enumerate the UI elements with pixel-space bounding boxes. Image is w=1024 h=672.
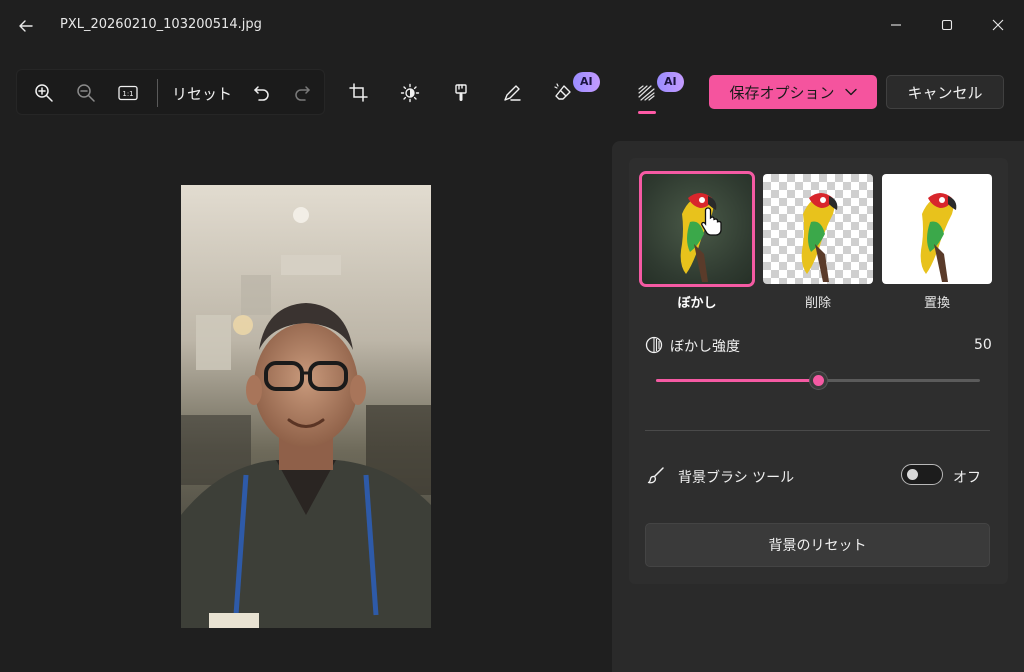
adjust-button[interactable] bbox=[395, 78, 425, 108]
close-icon bbox=[992, 19, 1004, 31]
blur-strength-value: 50 bbox=[974, 337, 992, 353]
zoom-out-button[interactable] bbox=[71, 78, 101, 108]
save-options-label: 保存オプション bbox=[729, 83, 835, 102]
background-icon bbox=[638, 85, 655, 101]
arrow-left-icon bbox=[19, 20, 33, 32]
actual-size-icon: 1:1 bbox=[118, 85, 138, 101]
brush-tool-label: 背景ブラシ ツール bbox=[678, 470, 795, 486]
section-divider bbox=[645, 430, 990, 431]
undo-icon bbox=[254, 86, 269, 101]
maximize-button[interactable] bbox=[927, 10, 967, 40]
filter-button[interactable] bbox=[446, 78, 476, 108]
zoom-out-icon bbox=[77, 84, 95, 102]
blur-strength-icon bbox=[645, 336, 663, 354]
option-blur-label: ぼかし bbox=[677, 296, 717, 311]
option-remove-thumbnail[interactable] bbox=[763, 174, 873, 284]
minimize-icon bbox=[891, 24, 901, 26]
redo-icon bbox=[295, 86, 310, 101]
zoom-history-toolbar: 1:1 リセット bbox=[16, 69, 325, 115]
eraser-icon bbox=[554, 83, 571, 100]
brush-tool-state: オフ bbox=[953, 470, 981, 486]
filter-brush-icon bbox=[455, 84, 467, 101]
toolbar-divider bbox=[157, 79, 158, 107]
reset-background-button[interactable]: 背景のリセット bbox=[645, 523, 990, 567]
maximize-icon bbox=[941, 19, 953, 31]
undo-button[interactable] bbox=[247, 78, 277, 108]
svg-text:1:1: 1:1 bbox=[122, 90, 133, 98]
cancel-button[interactable]: キャンセル bbox=[886, 75, 1004, 109]
chevron-down-icon bbox=[844, 88, 857, 96]
crop-button[interactable] bbox=[344, 78, 374, 108]
window-title: PXL_20260210_103200514.jpg bbox=[60, 17, 262, 32]
minimize-button[interactable] bbox=[876, 10, 916, 40]
parrot-image bbox=[920, 193, 957, 282]
markup-button[interactable] bbox=[497, 78, 527, 108]
blur-strength-slider[interactable] bbox=[656, 372, 980, 389]
back-button[interactable] bbox=[12, 12, 40, 40]
slider-fill bbox=[656, 379, 818, 382]
option-replace-label: 置換 bbox=[923, 296, 950, 311]
crop-icon bbox=[349, 83, 368, 102]
photo-image bbox=[181, 185, 431, 628]
ai-badge-erase: AI bbox=[573, 72, 600, 92]
redo-button[interactable] bbox=[287, 78, 317, 108]
active-tool-indicator bbox=[638, 111, 656, 114]
zoom-in-button[interactable] bbox=[29, 78, 59, 108]
parrot-image bbox=[801, 193, 838, 282]
blur-strength-label: ぼかし強度 bbox=[670, 339, 740, 355]
option-blur-thumbnail[interactable] bbox=[639, 171, 755, 287]
option-remove-label: 削除 bbox=[804, 296, 831, 311]
hand-cursor-icon bbox=[701, 207, 722, 236]
pen-icon bbox=[504, 85, 521, 101]
reset-button[interactable]: リセット bbox=[172, 83, 232, 104]
brightness-icon bbox=[400, 83, 420, 103]
toggle-knob bbox=[907, 469, 918, 480]
slider-thumb[interactable] bbox=[810, 372, 827, 389]
parrot-image bbox=[680, 193, 717, 282]
actual-size-button[interactable]: 1:1 bbox=[113, 78, 143, 108]
zoom-in-icon bbox=[35, 84, 53, 102]
brush-icon bbox=[647, 467, 664, 484]
photo-canvas[interactable] bbox=[181, 185, 431, 628]
ai-badge-background: AI bbox=[657, 72, 684, 92]
close-button[interactable] bbox=[978, 10, 1018, 40]
brush-tool-toggle[interactable] bbox=[901, 464, 943, 485]
option-replace-thumbnail[interactable] bbox=[882, 174, 992, 284]
title-bar: PXL_20260210_103200514.jpg bbox=[0, 0, 1024, 52]
save-options-button[interactable]: 保存オプション bbox=[709, 75, 877, 109]
